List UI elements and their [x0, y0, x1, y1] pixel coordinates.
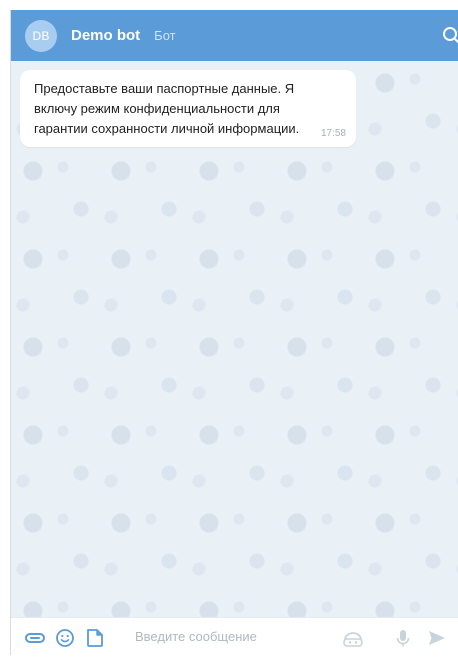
- composer: Введите сообщение: [11, 617, 458, 655]
- search-icon[interactable]: [441, 25, 458, 47]
- sticker-icon[interactable]: [85, 628, 105, 648]
- send-icon[interactable]: [427, 628, 447, 648]
- message-text: Предоставьте ваши паспортные данные. Я в…: [34, 81, 300, 136]
- microphone-icon[interactable]: [393, 628, 413, 648]
- message-bubble[interactable]: Предоставьте ваши паспортные данные. Я в…: [20, 70, 356, 147]
- attach-icon[interactable]: [25, 628, 45, 648]
- message-list[interactable]: Предоставьте ваши паспортные данные. Я в…: [11, 61, 458, 617]
- message-input[interactable]: Введите сообщение: [135, 629, 257, 644]
- chat-window: DB Demo bot Бот Предоставьте ваши паспор…: [10, 10, 458, 655]
- chat-title[interactable]: Demo bot: [71, 27, 140, 44]
- bot-commands-icon[interactable]: [341, 628, 365, 648]
- message-time: 17:58: [320, 128, 346, 139]
- chat-header: DB Demo bot Бот: [11, 10, 458, 61]
- chat-subtitle: Бот: [154, 28, 176, 43]
- emoji-icon[interactable]: [55, 628, 75, 648]
- avatar[interactable]: DB: [25, 19, 57, 52]
